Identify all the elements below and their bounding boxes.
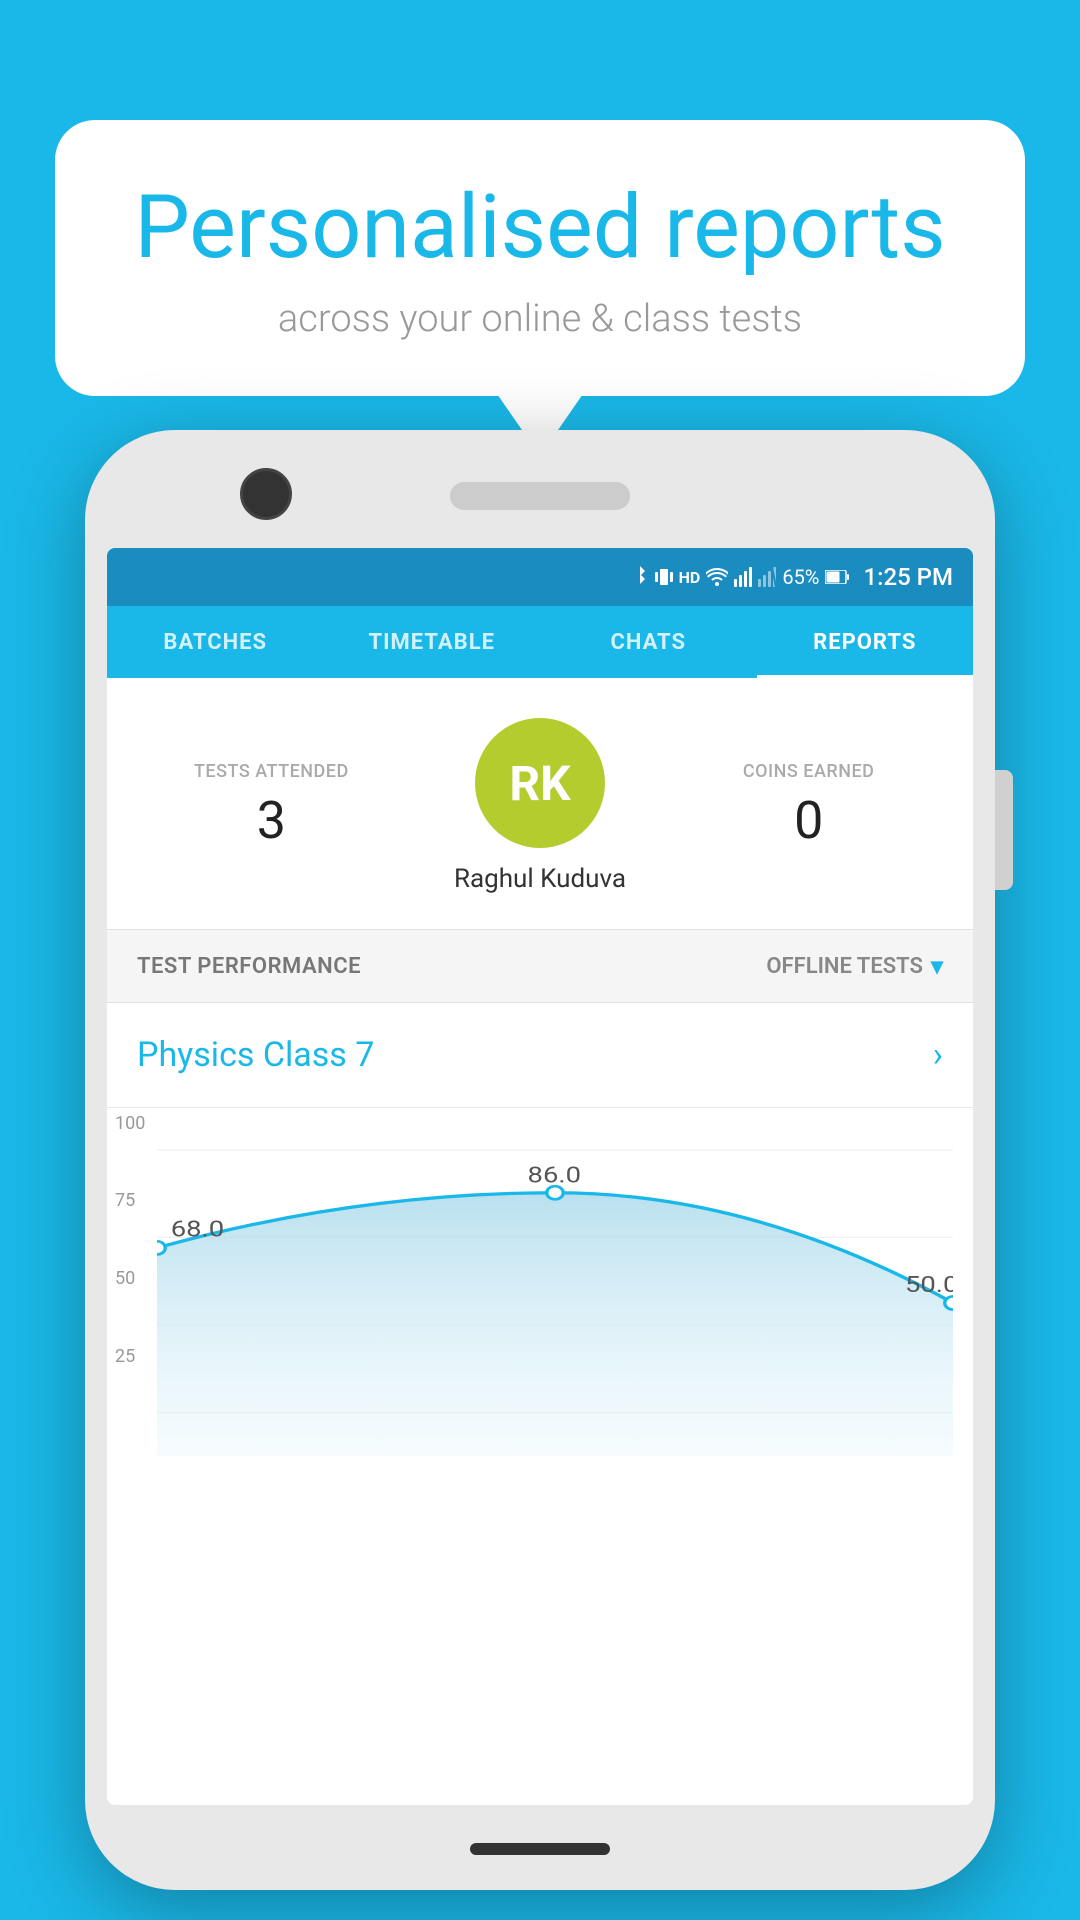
status-icons: HD 65% 1:25 PM: [631, 563, 953, 591]
chart-data-label-2: 86.0: [528, 1163, 581, 1189]
chart-point-1: [157, 1241, 165, 1254]
coins-earned-block: COINS EARNED 0: [674, 761, 943, 851]
profile-section: TESTS ATTENDED 3 RK Raghul Kuduva COINS …: [107, 678, 973, 930]
chart-y-100: 100: [115, 1113, 145, 1134]
filter-dropdown[interactable]: OFFLINE TESTS ▾: [766, 952, 943, 980]
chevron-down-icon: ▾: [931, 952, 943, 980]
bubble-title: Personalised reports: [125, 180, 955, 277]
section-header: TEST PERFORMANCE OFFLINE TESTS ▾: [107, 930, 973, 1003]
no-signal-icon: [758, 567, 776, 587]
avatar-initials: RK: [509, 755, 570, 812]
chart-y-50: 50: [115, 1268, 135, 1289]
phone-camera: [240, 468, 292, 520]
class-row[interactable]: Physics Class 7 ›: [107, 1003, 973, 1108]
phone-speaker: [450, 482, 630, 510]
tab-timetable[interactable]: TIMETABLE: [324, 606, 541, 678]
chart-point-3: [945, 1296, 953, 1309]
tests-attended-block: TESTS ATTENDED 3: [137, 761, 406, 851]
filter-label: OFFLINE TESTS: [766, 954, 923, 979]
class-name: Physics Class 7: [137, 1035, 374, 1075]
tests-attended-value: 3: [137, 790, 406, 851]
chart-fill: [157, 1193, 953, 1456]
tab-reports[interactable]: REPORTS: [757, 606, 974, 678]
phone-shell: HD 65% 1:25 PM BATCHES TIMETABLE CHATS R…: [85, 430, 995, 1890]
status-time: 1:25 PM: [863, 563, 953, 591]
status-bar: HD 65% 1:25 PM: [107, 548, 973, 606]
chart-area: 100 75 50 25: [107, 1108, 973, 1488]
test-performance-label: TEST PERFORMANCE: [137, 954, 361, 979]
phone-home-indicator: [470, 1843, 610, 1855]
tab-chats[interactable]: CHATS: [540, 606, 757, 678]
tests-attended-label: TESTS ATTENDED: [137, 761, 406, 782]
chart-data-label-1: 68.0: [171, 1217, 224, 1243]
chart-svg: 68.0 86.0 50.0: [157, 1128, 953, 1478]
nav-tabs: BATCHES TIMETABLE CHATS REPORTS: [107, 606, 973, 678]
avatar: RK: [475, 718, 605, 848]
bluetooth-icon: [631, 566, 649, 588]
hd-badge: HD: [679, 568, 701, 587]
signal-icon: [734, 567, 752, 587]
user-name: Raghul Kuduva: [454, 864, 626, 894]
chart-y-75: 75: [115, 1190, 135, 1211]
class-chevron-icon: ›: [933, 1035, 943, 1075]
avatar-block: RK Raghul Kuduva: [406, 718, 675, 894]
speech-bubble: Personalised reports across your online …: [55, 120, 1025, 396]
battery-icon: [825, 570, 849, 584]
phone-side-button: [995, 770, 1013, 890]
wifi-icon: [706, 568, 728, 586]
tab-batches[interactable]: BATCHES: [107, 606, 324, 678]
battery-percent: 65%: [782, 565, 819, 589]
chart-y-25: 25: [115, 1346, 135, 1367]
coins-earned-label: COINS EARNED: [674, 761, 943, 782]
coins-earned-value: 0: [674, 790, 943, 851]
vibrate-icon: [655, 566, 673, 588]
bubble-subtitle: across your online & class tests: [125, 297, 955, 341]
chart-data-label-3: 50.0: [905, 1273, 953, 1299]
phone-screen: HD 65% 1:25 PM BATCHES TIMETABLE CHATS R…: [107, 548, 973, 1805]
